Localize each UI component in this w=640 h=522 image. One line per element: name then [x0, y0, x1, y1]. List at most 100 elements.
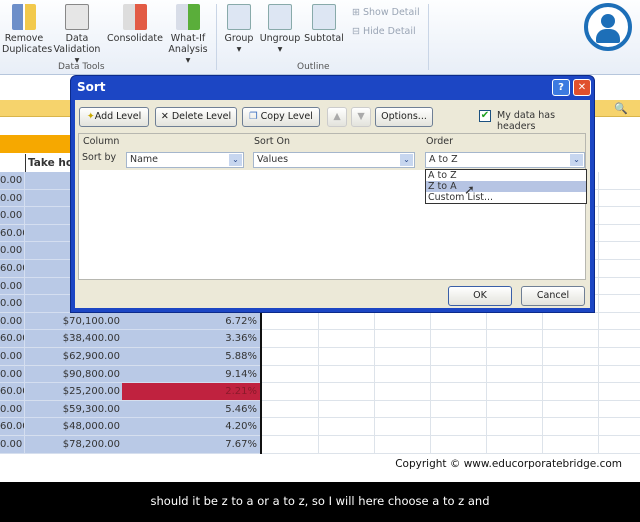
value: Name: [130, 154, 159, 165]
label: Ungroup: [259, 33, 301, 44]
cell-a[interactable]: 60.00: [0, 224, 25, 243]
cell-a[interactable]: 60.00: [0, 260, 25, 278]
cell-take-home[interactable]: $59,300.00: [25, 401, 122, 419]
table-row[interactable]: 0.00 $59,300.00 5.46%: [0, 400, 640, 419]
cell-a[interactable]: 0.00: [0, 242, 25, 261]
mouse-cursor-icon: ➚: [464, 183, 475, 198]
cell-percent[interactable]: 5.88%: [122, 348, 260, 366]
cell-take-home[interactable]: $48,000.00: [25, 418, 122, 437]
table-row[interactable]: 0.00 $90,800.00 9.14%: [0, 365, 640, 384]
table-row[interactable]: 0.00 $78,200.00 7.67%: [0, 436, 640, 454]
order-dropdown-list: A to Z Z to A Custom List...: [425, 169, 587, 204]
cell-a[interactable]: 0.00: [0, 295, 25, 314]
label: Hide Detail: [362, 26, 416, 37]
options-button[interactable]: Options...: [375, 107, 433, 127]
cell-a[interactable]: 0.00: [0, 400, 25, 419]
table-row[interactable]: 0.00 $62,900.00 5.88%: [0, 348, 640, 366]
label: What-If: [170, 33, 206, 44]
gridline: [598, 172, 599, 454]
cell-a[interactable]: 60.00: [0, 330, 25, 349]
cell-percent[interactable]: 5.46%: [122, 401, 260, 419]
label: Consolidate: [107, 33, 163, 44]
table-row[interactable]: 60.00$38,400.003.36%: [0, 330, 640, 349]
order-option-custom-list[interactable]: Custom List...: [426, 192, 586, 203]
chevron-down-icon: ⌄: [570, 154, 583, 166]
move-up-button[interactable]: ▲: [327, 107, 347, 127]
cell-a[interactable]: 60.00: [0, 418, 25, 437]
sort-on-select[interactable]: Values ⌄: [253, 152, 415, 168]
cell-a[interactable]: 0.00: [0, 172, 25, 190]
cell-percent[interactable]: 2.21%: [122, 383, 260, 402]
ungroup-button[interactable]: Ungroup ▾: [258, 4, 302, 55]
headers-checkbox[interactable]: ✔: [479, 110, 491, 122]
value: A to Z: [429, 154, 458, 165]
cell-a[interactable]: 0.00: [0, 365, 25, 384]
cell-a[interactable]: 0.00: [0, 277, 25, 296]
label: Subtotal: [304, 33, 344, 44]
consolidate-button[interactable]: Consolidate: [107, 4, 163, 44]
group-button[interactable]: Group ▾: [222, 4, 256, 55]
label: Remove: [4, 33, 44, 44]
subtotal-button[interactable]: Subtotal: [304, 4, 344, 44]
cell-a[interactable]: 0.00: [0, 207, 25, 226]
label: Show Detail: [362, 7, 420, 18]
move-down-button[interactable]: ▼: [351, 107, 371, 127]
cell-percent[interactable]: 4.20%: [122, 418, 260, 437]
cell-take-home[interactable]: $38,400.00: [25, 330, 122, 349]
order-option-z-to-a[interactable]: Z to A: [426, 181, 586, 192]
cell-percent[interactable]: 7.67%: [122, 436, 260, 454]
cell-a[interactable]: 0.00: [0, 189, 25, 208]
value: Values: [257, 154, 289, 165]
table-row[interactable]: 60.00$25,200.002.21%: [0, 383, 640, 402]
cell-percent[interactable]: 9.14%: [122, 366, 260, 384]
what-if-analysis-button[interactable]: What-If Analysis ▾: [168, 4, 208, 66]
cancel-button[interactable]: Cancel: [521, 286, 585, 306]
label: Add Level: [94, 111, 142, 122]
cell-a[interactable]: 0.00: [0, 436, 25, 454]
cell-take-home[interactable]: $78,200.00: [25, 436, 122, 454]
table-row[interactable]: 0.00 $70,100.00 6.72%: [0, 312, 640, 331]
data-validation-icon: [65, 4, 89, 30]
hide-detail-button[interactable]: ⊟ Hide Detail: [352, 26, 416, 37]
label: Analysis ▾: [168, 44, 208, 66]
headers-label: My data has headers: [497, 110, 556, 132]
cell-a[interactable]: 0.00: [0, 312, 25, 331]
data-validation-button[interactable]: Data Validation ▾: [52, 4, 102, 66]
order-option-a-to-z[interactable]: A to Z: [426, 170, 586, 181]
column-select[interactable]: Name ⌄: [126, 152, 244, 168]
copy-level-button[interactable]: ❐ Copy Level: [242, 107, 320, 127]
group-label-outline: Outline: [297, 62, 330, 72]
table-row[interactable]: 60.00$48,000.004.20%: [0, 418, 640, 437]
group-icon: [227, 4, 251, 30]
search-icon[interactable]: 🔍: [614, 102, 628, 115]
order-select[interactable]: A to Z ⌄: [425, 152, 585, 168]
cell-percent[interactable]: 3.36%: [122, 330, 260, 349]
label: Data: [65, 33, 89, 44]
copy-icon: ❐: [249, 111, 261, 122]
cell-take-home[interactable]: $62,900.00: [25, 348, 122, 366]
consolidate-icon: [123, 4, 147, 30]
ok-button[interactable]: OK: [448, 286, 512, 306]
cell-a[interactable]: 60.00: [0, 383, 25, 402]
cell-a[interactable]: 0.00: [0, 348, 25, 366]
help-button[interactable]: ?: [552, 79, 570, 96]
sort-dialog: Sort ? ✕ ✦Add Level ✕ Delete Level ❐ Cop…: [70, 75, 595, 313]
add-level-button[interactable]: ✦Add Level: [79, 107, 149, 127]
remove-duplicates-button[interactable]: Remove Duplicates: [2, 4, 52, 55]
cell-take-home[interactable]: $90,800.00: [25, 366, 122, 384]
cell-take-home[interactable]: $25,200.00: [25, 383, 122, 402]
subtitle-bar: should it be z to a or a to z, so I will…: [0, 482, 640, 522]
group-label-data-tools: Data Tools: [58, 62, 105, 72]
close-button[interactable]: ✕: [573, 79, 591, 96]
chevron-down-icon: ⌄: [400, 154, 413, 166]
label: Copy Level: [260, 111, 313, 122]
delete-level-button[interactable]: ✕ Delete Level: [155, 107, 237, 127]
delete-icon: ✕: [160, 111, 172, 122]
sort-on-header: Sort On: [254, 136, 290, 147]
cell-take-home[interactable]: $70,100.00: [25, 313, 122, 331]
column-header: Column: [83, 136, 120, 147]
chevron-down-icon: ⌄: [229, 154, 242, 166]
cell-percent[interactable]: 6.72%: [122, 313, 260, 331]
column-header-take-home[interactable]: Take ho: [25, 154, 73, 172]
show-detail-button[interactable]: ⊞ Show Detail: [352, 7, 420, 18]
